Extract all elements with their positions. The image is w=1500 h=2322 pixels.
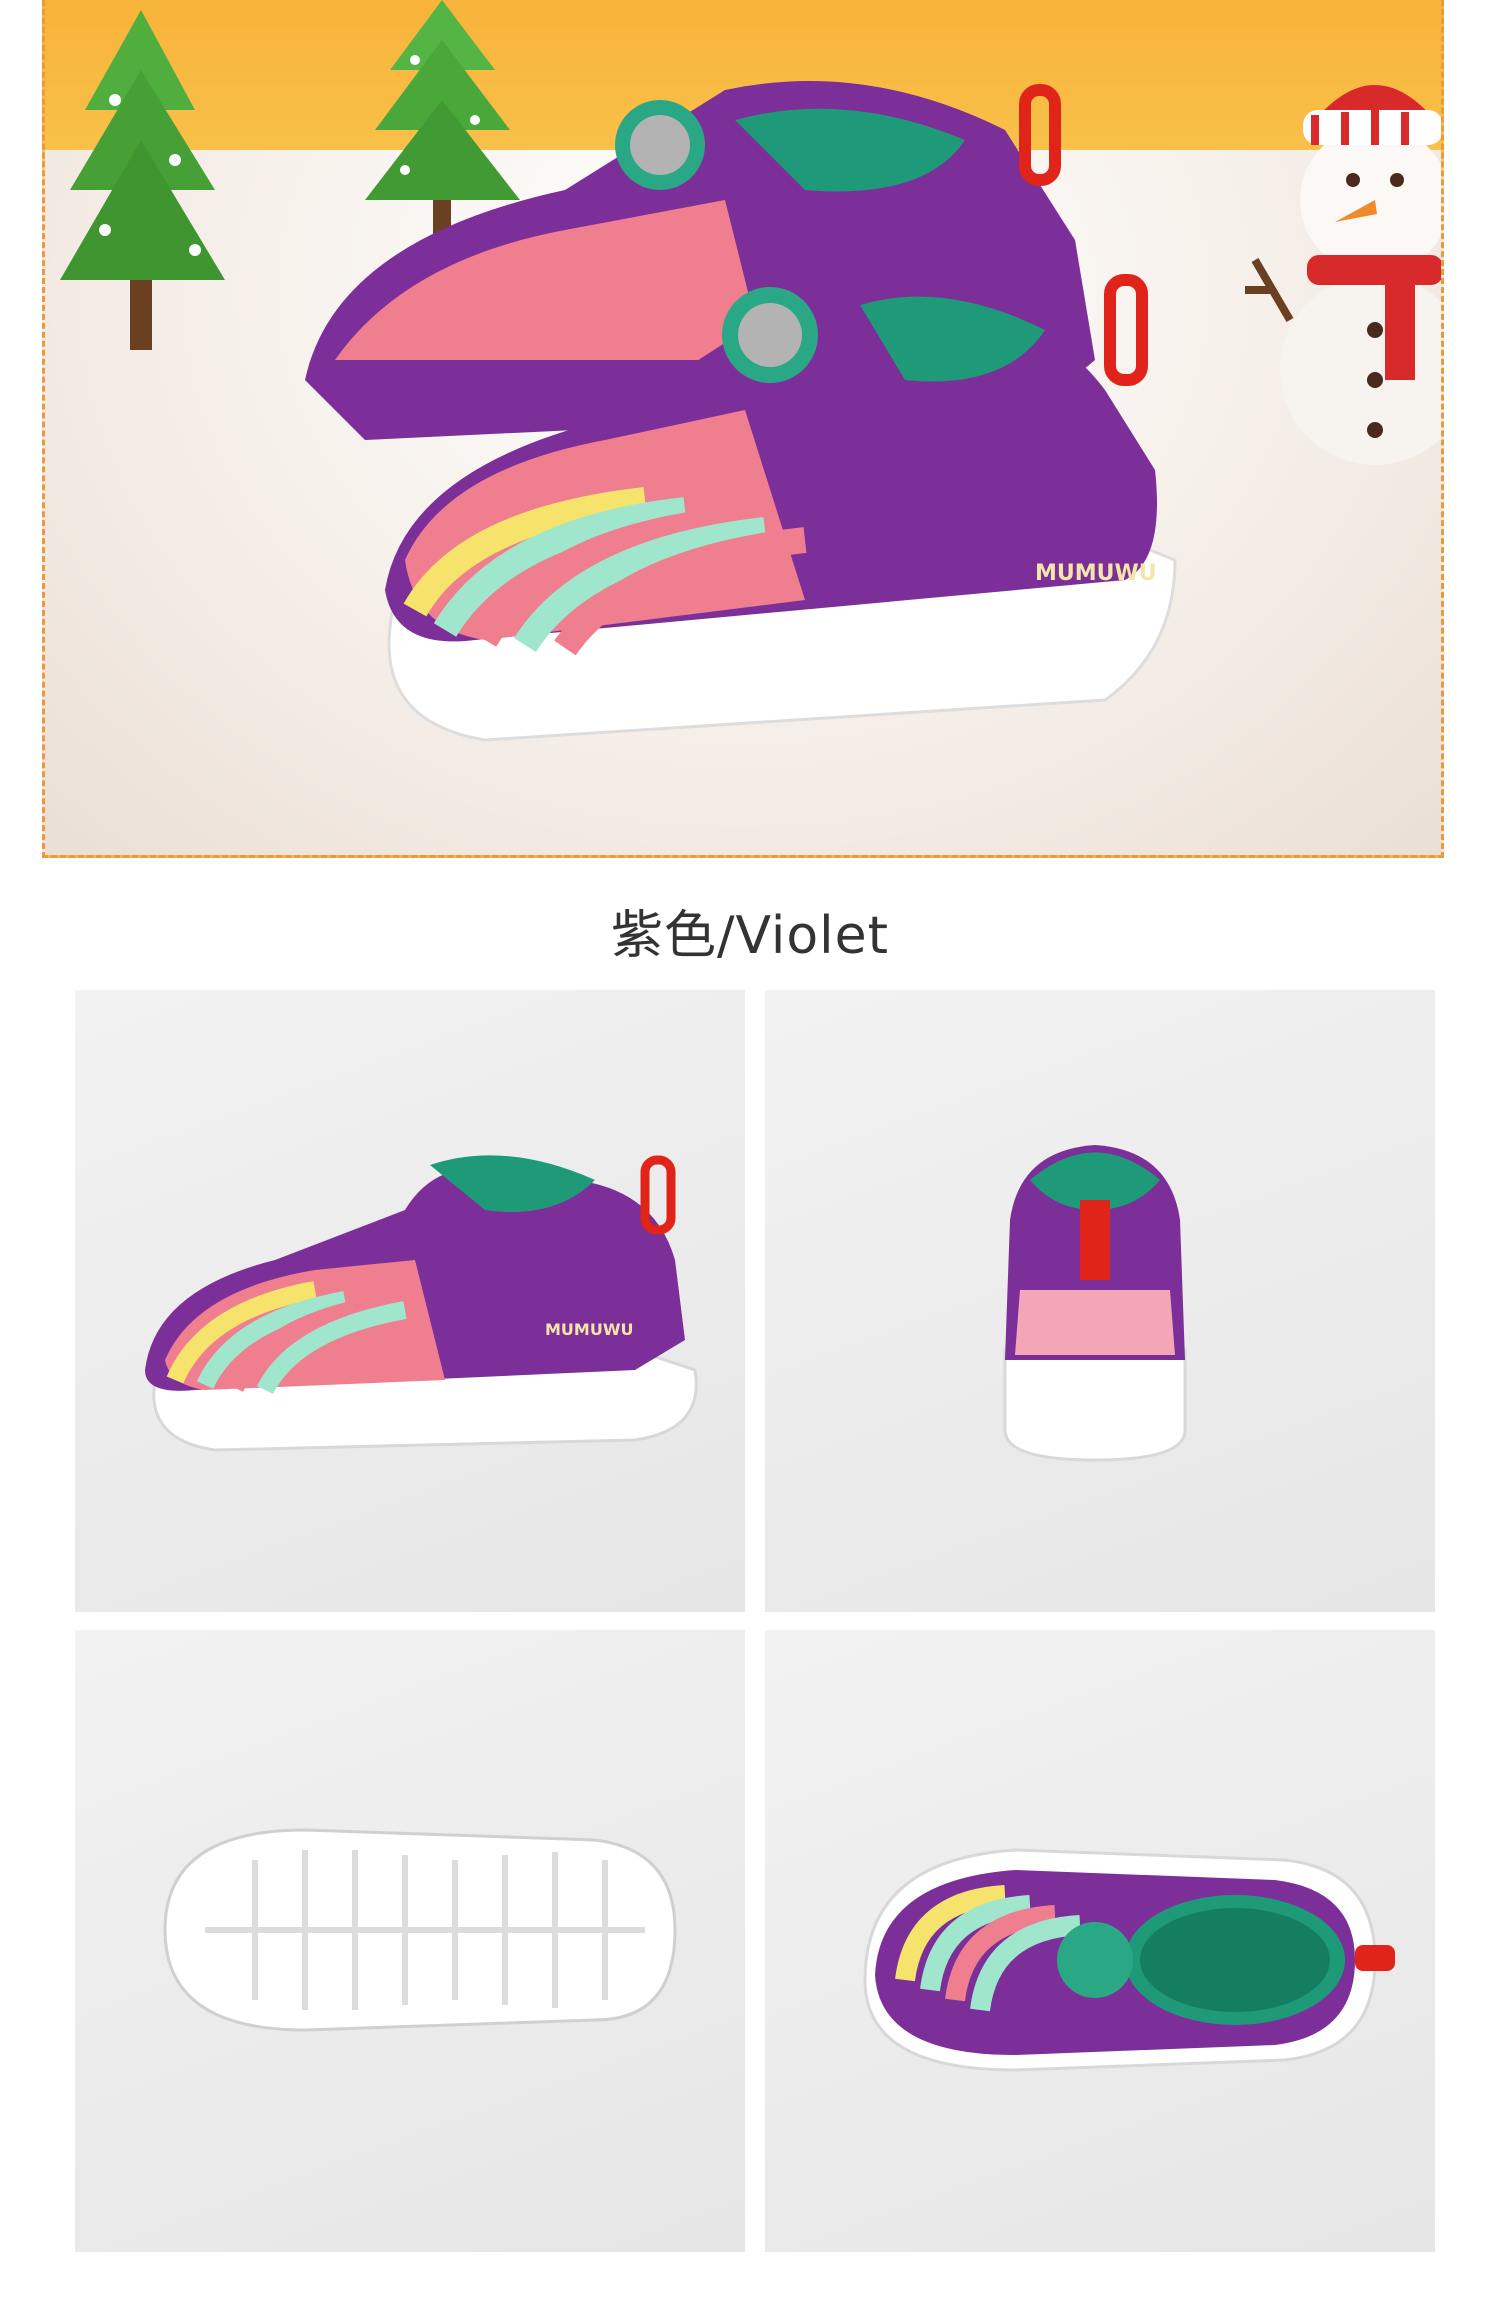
shoe-back-view [1003,1145,1187,1462]
hero-product-scene: MUMUWU [42,0,1444,858]
panel-side-view: MUMUWU [75,990,745,1612]
christmas-tree-right [365,0,520,240]
shoe-side-view: MUMUWU [145,1155,698,1452]
panel-top-view [765,1630,1435,2252]
panel-sole-view [75,1630,745,2252]
panel-back-view [765,990,1435,1612]
color-caption: 紫色/Violet [610,906,890,966]
brand-print: MUMUWU [1035,561,1157,586]
brand-print-side: MUMUWU [545,1320,633,1339]
christmas-tree-left [60,10,225,350]
hero-illustration: MUMUWU [60,0,1441,742]
snowman [1245,85,1441,465]
shoe-top-view [863,1848,1395,2072]
shoe-sole-view [163,1828,677,2032]
